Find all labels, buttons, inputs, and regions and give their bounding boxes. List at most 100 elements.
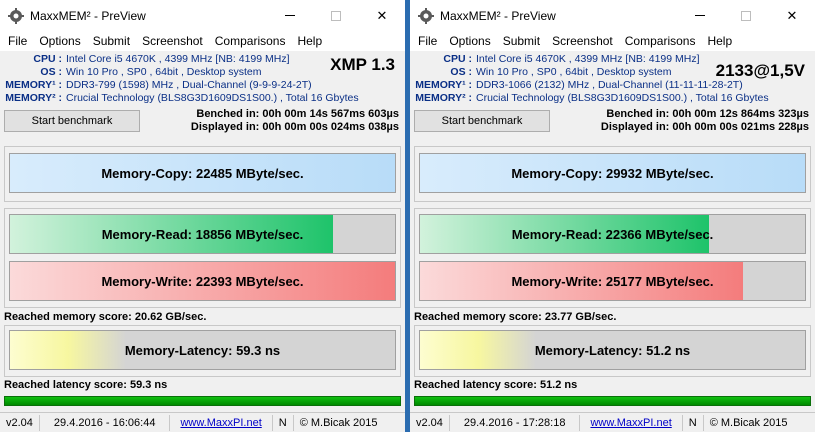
maxxmem-gear-icon[interactable] [418,7,434,24]
status-n: N [273,414,294,431]
status-copyright: © M.Bicak 2015 [709,416,788,429]
close-button[interactable]: ✕ [359,0,405,31]
start-benchmark-button[interactable]: Start benchmark [4,110,140,132]
memory-read-text: Memory-Read: 22366 MByte/sec. [511,226,714,242]
os-label: OS : [450,66,472,78]
title-bar[interactable]: MaxxMEM² - PreView ✕ [0,0,405,31]
memory1-value: DDR3-799 (1598) MHz , Dual-Channel (9-9-… [66,79,312,91]
menu-file[interactable]: File [412,34,443,48]
memory-write-bar: Memory-Write: 22393 MByte/sec. [9,261,396,301]
status-bar: v2.04 29.4.2016 - 17:28:18 www.MaxxPI.ne… [410,412,815,432]
os-label: OS : [40,66,62,78]
status-link[interactable]: www.MaxxPI.net [170,414,273,431]
menu-submit[interactable]: Submit [497,34,546,48]
memory-latency-text: Memory-Latency: 51.2 ns [534,342,691,358]
latency-score: Reached latency score: 51.2 ns [414,379,578,391]
status-link[interactable]: www.MaxxPI.net [580,414,683,431]
memory-write-bar: Memory-Write: 25177 MByte/sec. [419,261,806,301]
menu-help[interactable]: Help [701,34,738,48]
memory-read-bar: Memory-Read: 22366 MByte/sec. [419,214,806,254]
read-write-panel: Memory-Read: 18856 MByte/sec. Memory-Wri… [4,208,401,308]
menu-bar: File Options Submit Screenshot Compariso… [410,31,815,51]
close-icon: ✕ [786,7,798,23]
minimize-button[interactable] [267,0,313,31]
displayed-time: Displayed in: 00h 00m 00s 024ms 038µs [190,121,399,133]
menu-screenshot[interactable]: Screenshot [546,34,619,48]
cpu-label: CPU : [33,53,62,65]
menu-submit[interactable]: Submit [87,34,136,48]
system-info: CPU : Intel Core i5 4670K , 4399 MHz [NB:… [410,51,815,108]
status-version: v2.04 [410,414,450,431]
os-value: Win 10 Pro , SP0 , 64bit , Desktop syste… [476,66,672,78]
menu-bar: File Options Submit Screenshot Compariso… [0,31,405,51]
menu-file[interactable]: File [2,34,33,48]
memory-read-bar: Memory-Read: 18856 MByte/sec. [9,214,396,254]
memory2-label: MEMORY² : [5,92,62,104]
memory-copy-bar: Memory-Copy: 29932 MByte/sec. [419,153,806,193]
window-title: MaxxMEM² - PreView [30,8,146,23]
maxxmem-gear-icon[interactable] [8,7,24,24]
read-write-panel: Memory-Read: 22366 MByte/sec. Memory-Wri… [414,208,811,308]
memory1-label: MEMORY¹ : [5,79,62,91]
memory-write-text: Memory-Write: 22393 MByte/sec. [101,273,304,289]
memory2-value: Crucial Technology (BLS8G3D1609DS1S00.) … [66,92,359,104]
copy-panel: Memory-Copy: 22485 MByte/sec. [4,146,401,202]
memory-read-text: Memory-Read: 18856 MByte/sec. [101,226,304,242]
memory2-label: MEMORY² : [415,92,472,104]
progress-bar [4,396,401,406]
memory-latency-text: Memory-Latency: 59.3 ns [124,342,281,358]
benched-time: Benched in: 00h 00m 12s 864ms 323µs [606,108,809,120]
memory-copy-text: Memory-Copy: 29932 MByte/sec. [511,165,714,181]
memory1-label: MEMORY¹ : [415,79,472,91]
status-bar: v2.04 29.4.2016 - 16:06:44 www.MaxxPI.ne… [0,412,405,432]
config-tag: 2133@1,5V [715,61,805,80]
window-title: MaxxMEM² - PreView [440,8,556,23]
displayed-time: Displayed in: 00h 00m 00s 021ms 228µs [600,121,809,133]
title-bar[interactable]: MaxxMEM² - PreView ✕ [410,0,815,31]
close-button[interactable]: ✕ [769,0,815,31]
latency-score: Reached latency score: 59.3 ns [4,379,168,391]
maximize-icon [741,10,751,21]
menu-comparisons[interactable]: Comparisons [209,34,292,48]
minimize-icon [695,15,705,16]
maximize-button[interactable] [723,0,769,31]
memory-write-text: Memory-Write: 25177 MByte/sec. [511,273,714,289]
menu-help[interactable]: Help [291,34,328,48]
cpu-value: Intel Core i5 4670K , 4399 MHz [NB: 4199… [66,53,290,65]
maximize-icon [331,10,341,21]
benched-time: Benched in: 00h 00m 14s 567ms 603µs [196,108,399,120]
progress-bar [414,396,811,406]
config-tag: XMP 1.3 [330,55,395,74]
maxxmem-window-left: MaxxMEM² - PreView ✕ File Options Submit… [0,0,405,432]
system-info: CPU : Intel Core i5 4670K , 4399 MHz [NB:… [0,51,405,108]
benchmark-row: Start benchmark Benched in: 00h 00m 14s … [0,108,405,140]
menu-options[interactable]: Options [33,34,86,48]
status-date: 29.4.2016 - 16:06:44 [40,414,171,431]
benchmark-row: Start benchmark Benched in: 00h 00m 12s … [410,108,815,140]
memory-latency-bar: Memory-Latency: 59.3 ns [9,330,396,370]
start-benchmark-button[interactable]: Start benchmark [414,110,550,132]
close-icon: ✕ [376,7,388,23]
menu-options[interactable]: Options [443,34,496,48]
memory2-value: Crucial Technology (BLS8G3D1609DS1S00.) … [476,92,769,104]
status-date: 29.4.2016 - 17:28:18 [450,414,581,431]
memory1-value: DDR3-1066 (2132) MHz , Dual-Channel (11-… [476,79,743,91]
status-version: v2.04 [0,414,40,431]
cpu-value: Intel Core i5 4670K , 4399 MHz [NB: 4199… [476,53,700,65]
latency-panel: Memory-Latency: 59.3 ns [4,325,401,377]
copy-panel: Memory-Copy: 29932 MByte/sec. [414,146,811,202]
status-copyright: © M.Bicak 2015 [299,416,378,429]
menu-comparisons[interactable]: Comparisons [619,34,702,48]
memory-copy-text: Memory-Copy: 22485 MByte/sec. [101,165,304,181]
memory-score: Reached memory score: 20.62 GB/sec. [4,311,207,323]
maxxmem-window-right: MaxxMEM² - PreView ✕ File Options Submit… [410,0,815,432]
memory-copy-bar: Memory-Copy: 22485 MByte/sec. [9,153,396,193]
maximize-button[interactable] [313,0,359,31]
minimize-button[interactable] [677,0,723,31]
os-value: Win 10 Pro , SP0 , 64bit , Desktop syste… [66,66,262,78]
memory-score: Reached memory score: 23.77 GB/sec. [414,311,617,323]
cpu-label: CPU : [443,53,472,65]
menu-screenshot[interactable]: Screenshot [136,34,209,48]
latency-panel: Memory-Latency: 51.2 ns [414,325,811,377]
status-n: N [683,414,704,431]
